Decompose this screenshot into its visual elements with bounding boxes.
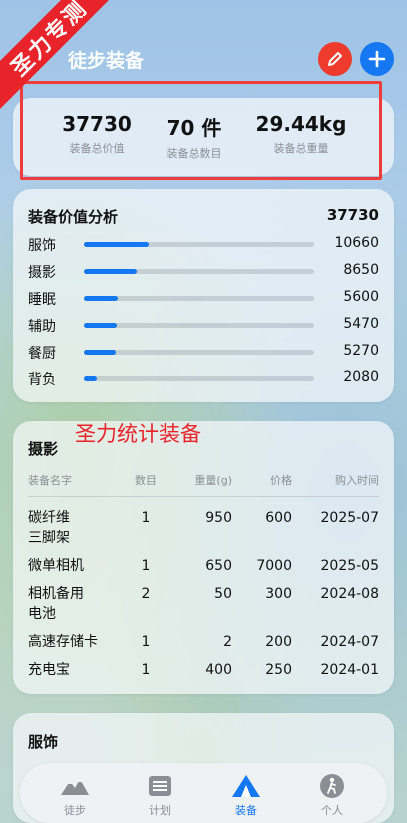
- cell-price: 300: [265, 586, 292, 602]
- cell-date: 2024-07: [320, 634, 380, 650]
- category-name: 背负: [28, 372, 56, 388]
- cell-date: 2024-01: [320, 662, 380, 678]
- cell-count: 1: [141, 558, 151, 574]
- total-value-stat: 37730 装备总价值: [53, 112, 141, 156]
- cell-date: 2025-05: [320, 558, 380, 574]
- tab-label: 徒步: [64, 804, 86, 817]
- value-bar-track: [84, 350, 314, 355]
- analysis-row: 餐厨 5270: [28, 342, 379, 362]
- tab-label: 计划: [149, 804, 171, 817]
- cell-name: 高速存储卡: [28, 634, 98, 650]
- category-value: 5270: [343, 343, 379, 359]
- cell-weight: 50: [214, 586, 232, 602]
- table-divider: [28, 496, 379, 497]
- value-bar-fill: [84, 296, 119, 301]
- tab-plan[interactable]: 计划: [115, 763, 205, 823]
- stat-label: 装备总重量: [273, 142, 329, 155]
- analysis-row: 睡眠 5600: [28, 288, 379, 308]
- cell-weight: 950: [205, 510, 232, 526]
- tab-bar: 徒步 计划 装备 个人: [20, 763, 387, 823]
- analysis-row: 摄影 8650: [28, 261, 379, 281]
- tent-icon: [232, 775, 260, 797]
- pencil-icon: [328, 52, 342, 66]
- column-header-weight: 重量(g): [194, 474, 232, 487]
- cell-date: 2024-08: [320, 586, 380, 602]
- column-header-count: 数目: [135, 474, 157, 487]
- hiker-icon: [320, 774, 344, 798]
- value-bar-fill: [84, 376, 97, 381]
- value-bar-track: [84, 242, 314, 247]
- edit-button[interactable]: [318, 42, 352, 76]
- analysis-row: 服饰 10660: [28, 234, 379, 254]
- cell-price: 7000: [256, 558, 292, 574]
- plus-icon: [368, 50, 386, 68]
- cell-price: 200: [265, 634, 292, 650]
- section-title: 服饰: [28, 733, 59, 751]
- category-name: 睡眠: [28, 292, 56, 308]
- cell-price: 600: [265, 510, 292, 526]
- tab-gear[interactable]: 装备: [201, 763, 291, 823]
- page-title: 徒步装备: [68, 50, 145, 72]
- analysis-row: 辅助 5470: [28, 315, 379, 335]
- category-name: 餐厨: [28, 346, 56, 362]
- value-bar-fill: [84, 242, 150, 247]
- total-weight-stat: 29.44kg 装备总重量: [252, 112, 350, 156]
- cell-count: 1: [141, 634, 151, 650]
- category-name: 服饰: [28, 238, 56, 254]
- cell-name: 充电宝: [28, 662, 70, 678]
- column-header-name: 装备名字: [28, 474, 72, 487]
- tab-hike[interactable]: 徒步: [30, 763, 120, 823]
- overlay-annotation: 圣力统计装备: [75, 422, 201, 446]
- column-header-date: 购入时间: [335, 474, 379, 487]
- cell-name: 碳纤维 三脚架: [28, 510, 70, 546]
- cell-weight: 650: [205, 558, 232, 574]
- add-button[interactable]: [360, 42, 394, 76]
- cell-price: 250: [265, 662, 292, 678]
- value-bar-track: [84, 296, 314, 301]
- cell-count: 2: [141, 586, 151, 602]
- stat-label: 装备总价值: [69, 142, 125, 155]
- tab-label: 装备: [235, 804, 257, 817]
- total-count-stat: 70 件 装备总数目: [150, 112, 238, 161]
- stat-label: 装备总数目: [166, 147, 222, 160]
- value-bar-fill: [84, 323, 118, 328]
- cell-count: 1: [141, 510, 151, 526]
- category-value: 2080: [343, 369, 379, 385]
- value-bar-fill: [84, 269, 137, 274]
- category-name: 辅助: [28, 319, 56, 335]
- value-bar-track: [84, 376, 314, 381]
- analysis-row: 背负 2080: [28, 368, 379, 388]
- tab-label: 个人: [321, 804, 343, 817]
- tab-profile[interactable]: 个人: [287, 763, 377, 823]
- column-header-price: 价格: [270, 474, 292, 487]
- cell-date: 2025-07: [320, 510, 380, 526]
- category-value: 8650: [343, 262, 379, 278]
- value-bar-track: [84, 323, 314, 328]
- mountain-icon: [61, 779, 89, 795]
- section-title: 摄影: [28, 440, 59, 458]
- cell-weight: 2: [223, 634, 232, 650]
- analysis-total: 37730: [326, 206, 379, 224]
- category-name: 摄影: [28, 265, 56, 281]
- value-bar-fill: [84, 350, 117, 355]
- category-value: 10660: [334, 235, 379, 251]
- stat-value: 29.44kg: [255, 112, 347, 136]
- cell-count: 1: [141, 662, 151, 678]
- category-value: 5600: [343, 289, 379, 305]
- cell-name: 微单相机: [28, 558, 84, 574]
- value-bar-track: [84, 269, 314, 274]
- list-icon: [149, 776, 171, 796]
- stat-value: 37730: [62, 112, 132, 136]
- cell-weight: 400: [205, 662, 232, 678]
- analysis-title: 装备价值分析: [28, 208, 119, 226]
- category-value: 5470: [343, 316, 379, 332]
- cell-name: 相机备用 电池: [28, 586, 84, 622]
- stat-value: 70 件: [166, 116, 222, 140]
